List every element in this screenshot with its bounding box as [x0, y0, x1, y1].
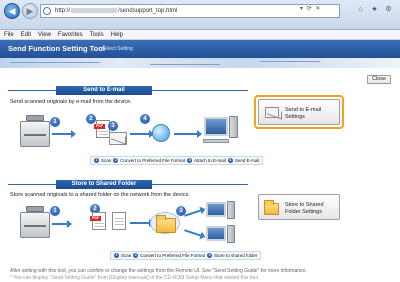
- gear-icon[interactable]: ⚙: [383, 4, 394, 15]
- step-convert: Convert to Preferred File Format: [120, 158, 186, 163]
- tool-header: Send Function Setting Tool Select Settin…: [0, 40, 400, 58]
- step-scan: Scan: [121, 253, 132, 258]
- menu-help[interactable]: Help: [111, 30, 123, 39]
- arrow-icon: [174, 130, 202, 138]
- arrow-icon: [52, 130, 76, 138]
- folder-step-legend: 1 Scan 2 Convert to Preferred File Format …: [110, 251, 262, 260]
- menu-tools[interactable]: Tools: [90, 30, 104, 39]
- pc-tower: [229, 116, 238, 138]
- step-convert: Convert to Preferred File Format: [140, 253, 206, 258]
- close-button[interactable]: Close: [367, 75, 391, 84]
- menu-file[interactable]: File: [4, 30, 14, 39]
- back-button[interactable]: ◀: [4, 3, 20, 19]
- arrow-icon: [184, 229, 202, 237]
- url-redacted: [71, 7, 118, 13]
- email-section-description: Send scanned originals by e-mail from th…: [10, 99, 132, 105]
- step-number-4: 4: [140, 114, 150, 124]
- folder-section-description: Store scanned originals to a shared fold…: [10, 192, 191, 198]
- pdf-label: PDF: [94, 124, 105, 129]
- address-tools[interactable]: ▾ ⟳ ✕: [300, 5, 321, 12]
- decorative-ribbon: [0, 58, 400, 68]
- document-icon: PDF: [90, 212, 106, 230]
- url-suffix: /sendsupport_top.html: [118, 8, 178, 14]
- step-scan: Scan: [101, 158, 112, 163]
- computer-icon: [206, 226, 226, 241]
- send-to-email-settings-label: Send to E-mail Settings: [285, 107, 322, 120]
- menu-edit[interactable]: Edit: [21, 30, 31, 39]
- step-number-2: 2: [86, 114, 96, 124]
- store-to-shared-folder-settings-button[interactable]: Store to Shared Folder Settings: [258, 194, 340, 220]
- pc-tower: [227, 201, 235, 219]
- arrow-icon: [130, 219, 154, 227]
- step-attach: Attach to E-mail: [194, 158, 226, 163]
- tool-title: Send Function Setting Tool: [8, 44, 105, 53]
- step-send: Send E-mail: [234, 158, 260, 163]
- email-section-heading: Send to E-mail: [56, 86, 152, 95]
- folder-icon: [264, 200, 279, 215]
- home-icon[interactable]: ⌂: [355, 4, 366, 15]
- url-prefix: http://: [55, 8, 71, 14]
- menu-bar: File Edit View Favorites Tools Help: [0, 30, 400, 40]
- browser-toolbar: ◀ ▶ http:// /sendsupport_top.html ▾ ⟳ ✕ ⌂…: [0, 0, 400, 30]
- address-bar[interactable]: http:// /sendsupport_top.html: [40, 4, 340, 18]
- page-icon: [43, 7, 51, 15]
- envelope-icon: [265, 107, 279, 118]
- step-store: Store to shared folder: [214, 253, 258, 258]
- footer-footnote: * You can display "Send Setting Guide" f…: [10, 275, 260, 281]
- document-icon: [112, 212, 126, 230]
- store-to-shared-folder-settings-label: Store to Shared Folder Settings: [285, 202, 324, 215]
- arrow-icon: [130, 130, 154, 138]
- folder-section-heading: Store to Shared Folder: [56, 180, 152, 189]
- step-number-1: 1: [50, 117, 60, 127]
- menu-view[interactable]: View: [38, 30, 51, 39]
- computer-icon: [204, 117, 228, 136]
- keyboard: [203, 139, 229, 143]
- menu-favorites[interactable]: Favorites: [58, 30, 83, 39]
- footer-note: After setting with this tool, you can co…: [10, 268, 307, 274]
- tool-subtitle: Select Setting: [102, 46, 133, 52]
- pdf-label: PDF: [90, 216, 101, 221]
- step-number-1: 1: [50, 206, 60, 216]
- envelope-icon: [109, 132, 127, 145]
- computer-icon: [206, 202, 226, 217]
- pc-tower: [227, 225, 235, 243]
- arrow-icon: [184, 209, 202, 217]
- send-to-email-settings-button[interactable]: Send to E-mail Settings: [258, 99, 340, 125]
- email-step-legend: 1 Scan 2 Convert to Preferred File Format …: [90, 156, 264, 165]
- arrow-icon: [52, 220, 72, 228]
- forward-button[interactable]: ▶: [22, 3, 38, 19]
- favorites-icon[interactable]: ★: [369, 4, 380, 15]
- step-number-3: 3: [108, 121, 118, 131]
- globe-icon: [152, 124, 170, 142]
- folder-icon: [156, 215, 176, 233]
